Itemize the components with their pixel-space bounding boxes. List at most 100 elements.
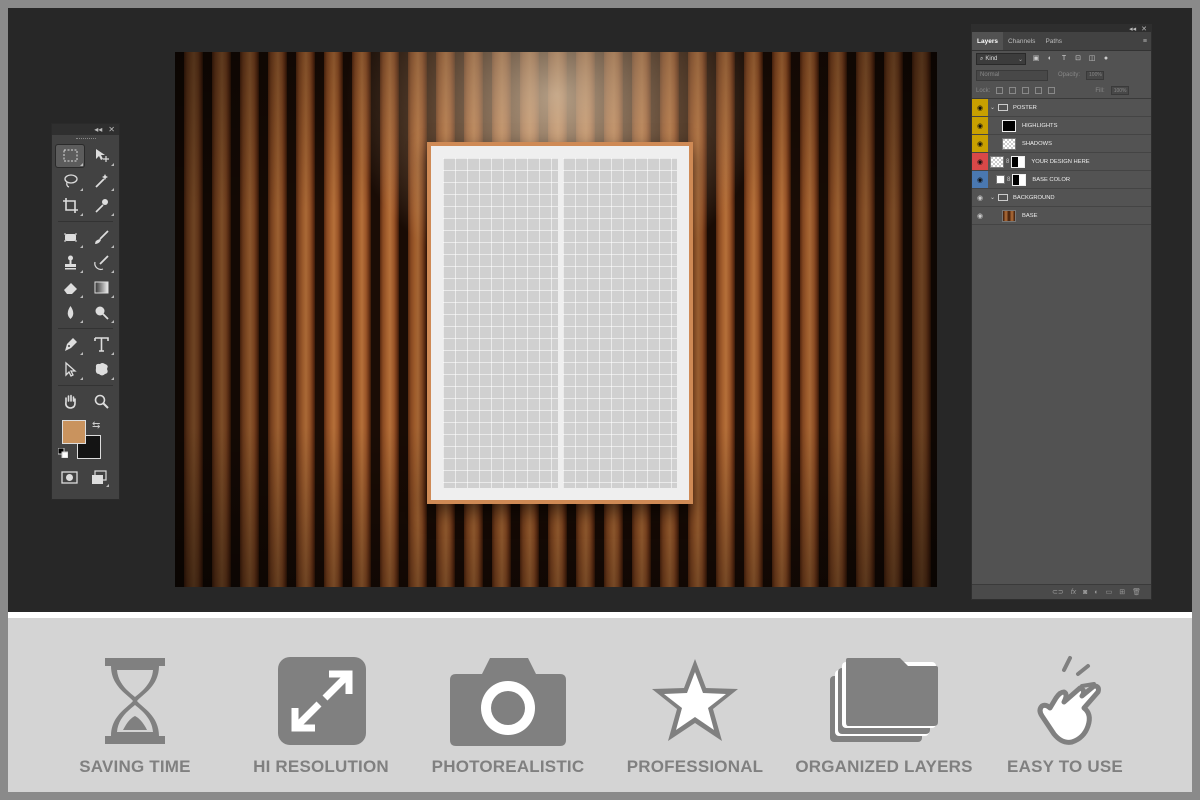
camera-icon	[450, 658, 566, 746]
fx-icon[interactable]: fx	[1071, 589, 1076, 596]
link-layers-icon[interactable]: ⊂⊃	[1052, 588, 1064, 596]
document-canvas[interactable]	[175, 52, 937, 587]
feature-label: ORGANIZED LAYERS	[795, 757, 973, 776]
lock-transparent-icon[interactable]	[996, 87, 1004, 94]
opacity-field[interactable]: 100%	[1086, 70, 1105, 80]
move-tool[interactable]	[87, 145, 115, 167]
stamp-icon	[64, 255, 76, 270]
layer-name: BACKGROUND	[1013, 194, 1055, 201]
layer-mask-thumbnail	[1011, 155, 1026, 168]
layer-row-base[interactable]: ◉ BASE	[972, 207, 1151, 225]
blend-row: Normal Opacity: 100%	[972, 67, 1151, 83]
lock-image-icon[interactable]	[1009, 87, 1017, 94]
brush-icon	[94, 230, 109, 244]
lasso-icon	[63, 174, 78, 188]
layer-name: HIGHLIGHTS	[1022, 122, 1058, 129]
layer-name: POSTER	[1013, 104, 1037, 111]
pen-tool[interactable]	[56, 334, 84, 356]
foreground-color-swatch[interactable]	[62, 420, 86, 444]
rectangular-marquee-tool[interactable]	[55, 143, 85, 168]
crop-tool[interactable]	[56, 195, 84, 217]
clone-stamp-tool[interactable]	[56, 252, 84, 274]
lock-position-icon[interactable]	[1022, 87, 1030, 94]
visibility-eye-icon[interactable]: ◉	[972, 153, 988, 170]
visibility-eye-icon[interactable]: ◉	[972, 135, 988, 152]
layer-row-poster[interactable]: ◉ ⌄ POSTER	[972, 99, 1151, 117]
adjustment-layer-icon[interactable]: ◐	[1094, 589, 1098, 596]
lock-all-icon[interactable]	[1048, 87, 1056, 94]
adjustment-filter-icon[interactable]: ◐	[1046, 55, 1054, 63]
tab-paths[interactable]: Paths	[1040, 32, 1067, 50]
zoom-tool[interactable]	[87, 391, 115, 413]
visibility-eye-icon[interactable]: ◉	[972, 207, 988, 224]
screen-mode-icon	[91, 469, 107, 484]
brush-tool[interactable]	[87, 227, 115, 249]
fill-label: Fill:	[1095, 87, 1105, 94]
screen-mode-button[interactable]	[88, 466, 110, 488]
type-filter-icon[interactable]: T	[1060, 55, 1068, 63]
lasso-tool[interactable]	[56, 170, 84, 192]
visibility-eye-icon[interactable]: ◉	[972, 99, 988, 116]
tab-layers[interactable]: Layers	[972, 32, 1003, 50]
fill-field[interactable]: 100%	[1110, 86, 1129, 95]
tab-channels[interactable]: Channels	[1003, 32, 1040, 50]
layer-row-highlights[interactable]: ◉ HIGHLIGHTS	[972, 117, 1151, 135]
lock-artboard-icon[interactable]	[1035, 87, 1043, 94]
swap-colors-icon[interactable]: ⇆	[92, 420, 100, 431]
close-icon[interactable]: ✕	[108, 125, 115, 134]
smart-object-thumbnail	[990, 155, 1004, 168]
eraser-tool[interactable]	[56, 277, 84, 299]
filter-kind-select[interactable]: ⌕ Kind ⌄	[976, 53, 1026, 65]
hand-tool[interactable]	[56, 391, 84, 413]
path-selection-tool[interactable]	[56, 359, 84, 381]
dodge-tool[interactable]	[87, 302, 115, 324]
layer-row-your-design-here[interactable]: ◉ 8 YOUR DESIGN HERE	[972, 153, 1151, 171]
magic-wand-tool[interactable]	[87, 170, 115, 192]
feature-organized-layers: ORGANIZED LAYERS	[794, 618, 974, 792]
default-colors-icon[interactable]	[58, 448, 68, 458]
history-brush-tool[interactable]	[87, 252, 115, 274]
pixel-filter-icon[interactable]: ▣	[1032, 55, 1040, 63]
spot-healing-tool[interactable]	[56, 227, 84, 249]
gradient-tool[interactable]	[87, 277, 115, 299]
panel-grip[interactable]	[52, 135, 119, 143]
layer-filter-row: ⌕ Kind ⌄ ▣ ◐ T ⊡ ◫ ●	[972, 51, 1151, 67]
star-icon	[652, 659, 738, 741]
quick-mask-button[interactable]	[58, 466, 80, 488]
pen-icon	[64, 338, 77, 351]
layer-row-base-color[interactable]: ◉ 8 BASE COLOR	[972, 171, 1151, 189]
color-swatches: ⇆	[52, 418, 119, 464]
expand-arrows-icon	[278, 657, 366, 745]
opacity-label: Opacity:	[1058, 72, 1081, 78]
chevron-down-icon: ⌄	[1017, 56, 1023, 63]
layer-row-shadows[interactable]: ◉ SHADOWS	[972, 135, 1151, 153]
layers-footer: ⊂⊃ fx ◙ ◐ ▭ ⊞ 🗑	[972, 584, 1151, 599]
feature-saving-time: SAVING TIME	[73, 618, 197, 792]
layer-name: SHADOWS	[1022, 140, 1052, 147]
eyedropper-tool[interactable]	[87, 195, 115, 217]
new-group-icon[interactable]: ▭	[1106, 588, 1113, 596]
shape-filter-icon[interactable]: ⊡	[1074, 55, 1082, 63]
blur-tool[interactable]	[56, 302, 84, 324]
panel-menu-icon[interactable]: ≡	[1143, 38, 1147, 45]
new-layer-icon[interactable]: ⊞	[1119, 588, 1125, 596]
expand-arrow-icon[interactable]: ⌄	[990, 194, 995, 201]
blend-mode-select[interactable]: Normal	[976, 69, 1048, 81]
type-tool[interactable]	[87, 334, 115, 356]
expand-arrow-icon[interactable]: ⌄	[990, 104, 995, 111]
filter-toggle-icon[interactable]: ●	[1102, 55, 1110, 63]
link-icon: 8	[1006, 158, 1010, 165]
custom-shape-tool[interactable]	[87, 359, 115, 381]
visibility-eye-icon[interactable]: ◉	[972, 117, 988, 134]
layer-row-background[interactable]: ◉ ⌄ BACKGROUND	[972, 189, 1151, 207]
add-mask-icon[interactable]: ◙	[1083, 589, 1087, 596]
delete-layer-icon[interactable]: 🗑	[1132, 588, 1141, 596]
history-brush-icon	[93, 255, 109, 270]
feature-label: HI RESOLUTION	[253, 757, 389, 776]
visibility-eye-icon[interactable]: ◉	[972, 189, 988, 206]
smart-object-filter-icon[interactable]: ◫	[1088, 55, 1096, 63]
visibility-eye-icon[interactable]: ◉	[972, 171, 988, 188]
layers-panel-topbar: ◂◂ ✕	[972, 25, 1151, 33]
stacked-folders-icon	[830, 658, 938, 742]
collapse-icon[interactable]: ◂◂	[94, 125, 102, 134]
